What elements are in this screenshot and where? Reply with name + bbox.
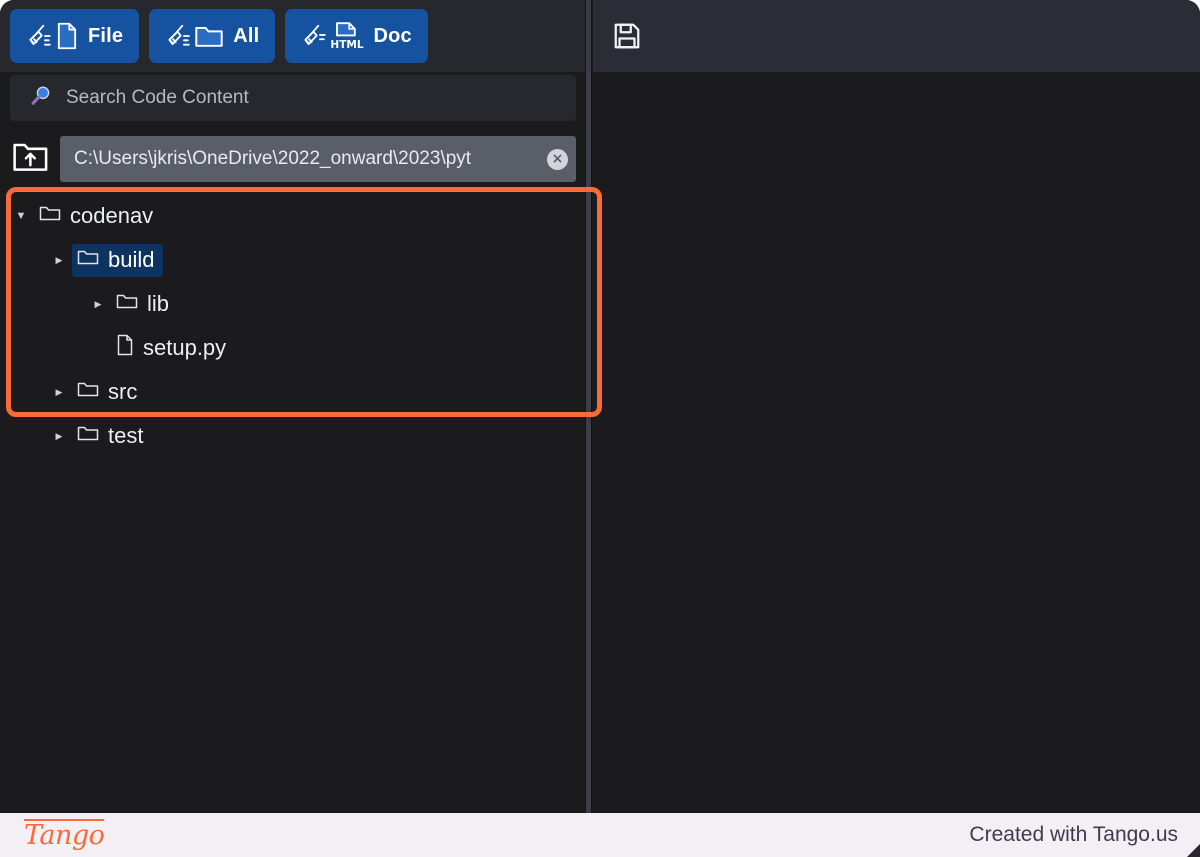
tree-item-label: lib xyxy=(147,290,170,316)
clean-file-button[interactable]: File xyxy=(10,9,140,63)
broom-folder-icon xyxy=(165,23,224,49)
tree-row[interactable]: setup.py xyxy=(0,326,586,370)
broom-file-icon xyxy=(26,22,79,50)
tree-row[interactable]: ▶ test xyxy=(0,414,586,458)
broom-html-doc-icon: HTML xyxy=(301,21,364,51)
tango-credit: Created with Tango.us xyxy=(969,823,1178,846)
clean-doc-button[interactable]: HTML Doc xyxy=(285,9,428,63)
search-input[interactable]: Search Code Content xyxy=(10,75,576,121)
folder-icon xyxy=(77,248,99,271)
editor-panel xyxy=(593,0,1200,813)
chevron-down-icon[interactable]: ▼ xyxy=(8,210,34,222)
chevron-right-icon[interactable]: ▶ xyxy=(85,299,111,310)
search-placeholder: Search Code Content xyxy=(66,87,249,108)
floppy-save-icon[interactable] xyxy=(610,19,644,53)
application-window: File All HTML Doc Search Code Content C:… xyxy=(0,0,1200,813)
corner-triangle xyxy=(1187,844,1200,857)
tree-item-label: test xyxy=(108,422,144,448)
folder-icon xyxy=(77,380,99,403)
clean-toolbar: File All HTML Doc xyxy=(0,0,586,72)
editor-content[interactable] xyxy=(593,73,1200,813)
path-input[interactable]: C:\Users\jkris\OneDrive\2022_onward\2023… xyxy=(60,136,576,182)
svg-text:HTML: HTML xyxy=(331,39,365,51)
file-icon xyxy=(116,334,134,361)
tango-logo: Tango xyxy=(24,819,105,852)
chevron-right-icon[interactable]: ▶ xyxy=(46,387,72,398)
editor-toolbar xyxy=(593,0,1200,72)
tango-footer: Tango Created with Tango.us xyxy=(0,813,1200,857)
clean-all-button[interactable]: All xyxy=(149,9,276,63)
chevron-right-icon[interactable]: ▶ xyxy=(46,431,72,442)
folder-icon xyxy=(77,424,99,447)
clear-path-button[interactable]: × xyxy=(547,148,568,170)
folder-upload-icon[interactable] xyxy=(12,140,50,179)
folder-icon xyxy=(39,204,61,227)
clean-file-button-label: File xyxy=(88,24,124,47)
tree-item-label: setup.py xyxy=(143,334,227,360)
clean-doc-button-label: Doc xyxy=(373,24,412,47)
tree-row[interactable]: ▶ build xyxy=(0,238,586,282)
panel-scrollbar[interactable] xyxy=(585,0,592,813)
magnifier-icon xyxy=(30,85,52,112)
tree-row[interactable]: ▶ lib xyxy=(0,282,586,326)
file-browser-panel: File All HTML Doc Search Code Content C:… xyxy=(0,0,602,813)
tree-row[interactable]: ▼ codenav xyxy=(0,194,586,238)
folder-icon xyxy=(116,292,138,315)
chevron-right-icon[interactable]: ▶ xyxy=(46,255,72,266)
file-tree: ▼ codenav ▶ build ▶ lib setup.py ▶ src ▶… xyxy=(0,190,586,458)
clean-all-button-label: All xyxy=(233,24,260,47)
path-bar: C:\Users\jkris\OneDrive\2022_onward\2023… xyxy=(0,131,586,187)
screenshot-root: File All HTML Doc Search Code Content C:… xyxy=(0,0,1200,857)
tree-row[interactable]: ▶ src xyxy=(0,370,586,414)
tree-item-label: codenav xyxy=(70,202,154,228)
tree-item-label: build xyxy=(108,246,155,272)
tree-item-label: src xyxy=(108,378,138,404)
path-value: C:\Users\jkris\OneDrive\2022_onward\2023… xyxy=(74,148,472,169)
